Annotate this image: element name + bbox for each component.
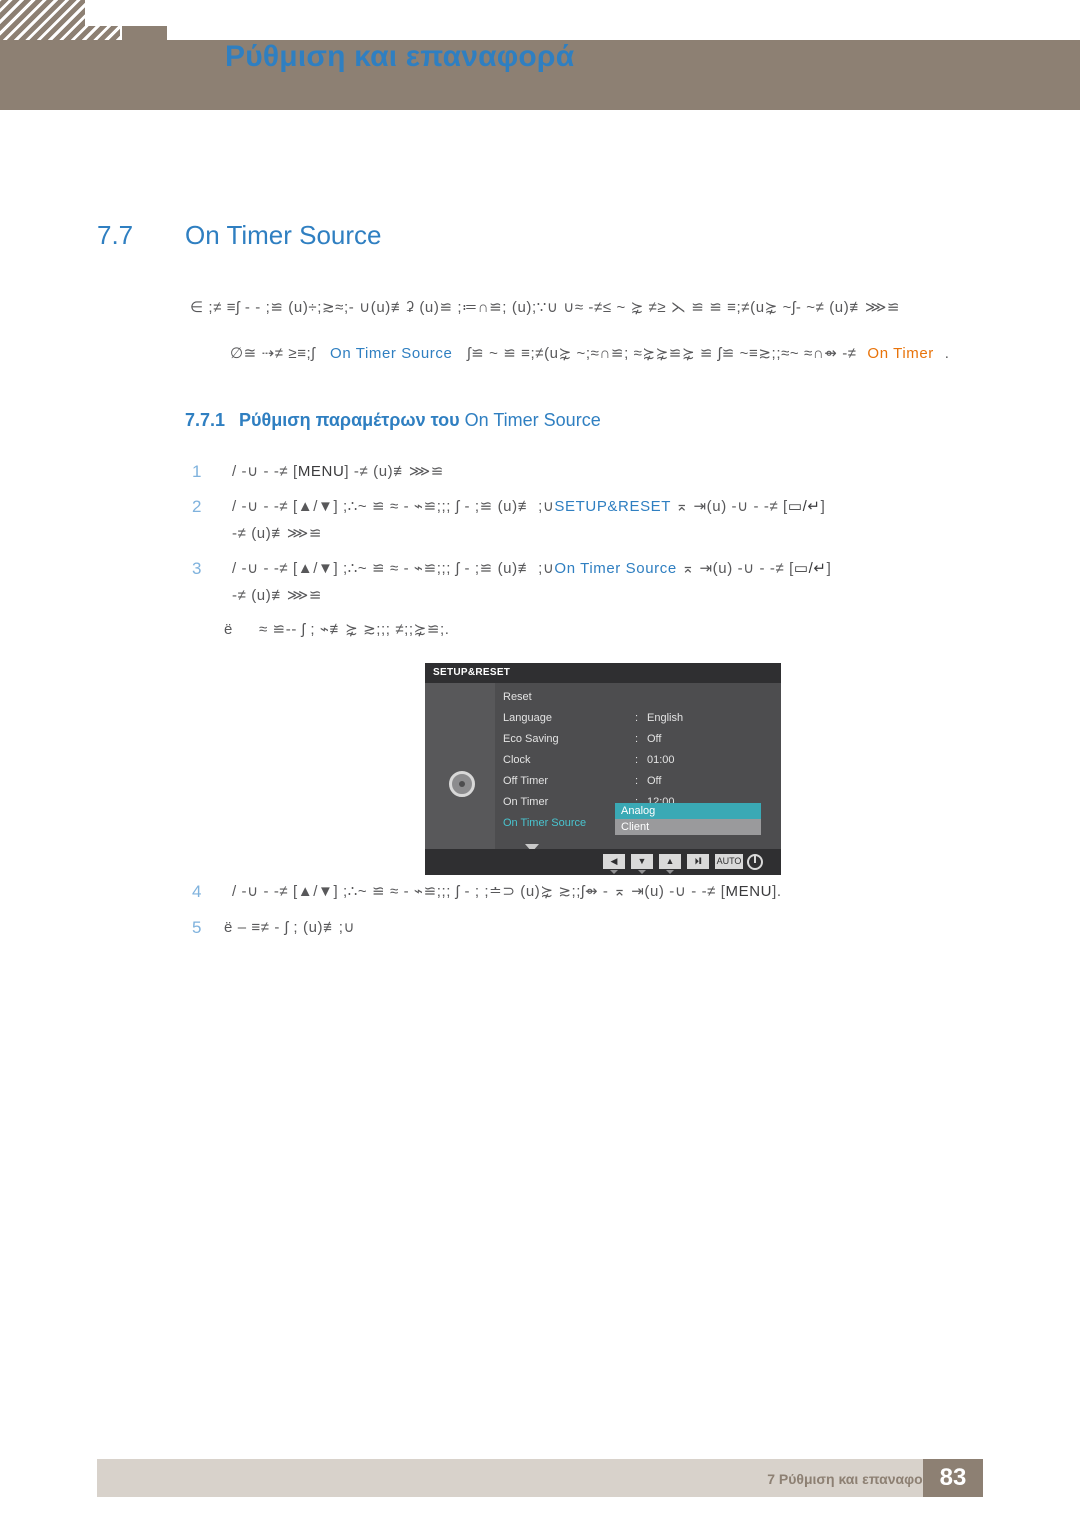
step-text-3: / -∪ - -≠ [▲/▼] ;∴~ ≌ ≈ - ⌁≌;;; ʃ - ;≌ (… (232, 559, 831, 577)
step-number-3: 3 (192, 559, 202, 578)
step-text-2: / -∪ - -≠ [▲/▼] ;∴~ ≌ ≈ - ⌁≌;;; ʃ - ;≌ (… (232, 497, 825, 515)
osd-button-enter[interactable]: ⏵❙ (687, 854, 709, 869)
section-number: 7.7 (97, 220, 134, 250)
link-on-timer: On Timer (867, 345, 934, 362)
step-number-4: 4 (192, 882, 202, 901)
osd-row-off-timer[interactable]: Off Timer : Off (495, 771, 781, 792)
osd-button-left[interactable]: ◀ (603, 854, 625, 869)
osd-row-clock[interactable]: Clock : 01:00 (495, 750, 781, 771)
osd-row-reset[interactable]: Reset (495, 687, 781, 708)
step-3-continuation: -≠ (u)≢⋙≌ (232, 587, 323, 604)
page-number: 83 (923, 1459, 983, 1497)
note-paragraph-mid: ʃ≌ ~ ≌ ≡;≠(u⋩ ~;≈∩≌; ≈⋩⋩≌⋩ ≌ ʃ≌ ~≡≳;;≈~ … (467, 345, 857, 362)
subsection-heading: 7.7.1 Ρύθμιση παραμέτρων του On Timer Sou… (185, 410, 601, 431)
step-2-pre: / -∪ - -≠ [▲/▼] ;∴~ ≌ ≈ - ⌁≌;;; ʃ - ;≌ (… (232, 498, 555, 515)
section-title: On Timer Source (185, 220, 382, 250)
dropdown-option-client[interactable]: Client (615, 819, 761, 835)
note-paragraph-pre: ∅≅ ⇢≠ ≥≡;ʃ (230, 345, 316, 362)
osd-row-colon: : (635, 775, 639, 787)
step-number-1: 1 (192, 462, 202, 481)
step-4-pre: / -∪ - -≠ [▲/▼] ;∴~ ≌ ≈ - ⌁≌;;; ʃ - ; ;≐… (232, 883, 726, 900)
note-bullet-line: ë ≈ ≌-- ʃ ; ⌁≢⋩ ≳;;; ≠;;⋩≌;. (224, 620, 450, 638)
step-text-1: / -∪ - -≠ [MENU] -≠ (u)≢⋙≌ (232, 462, 444, 480)
osd-source-dropdown[interactable]: Analog Client (615, 803, 761, 835)
osd-row-colon: : (635, 733, 639, 745)
osd-button-auto[interactable]: AUTO (715, 854, 743, 869)
step-text-4: / -∪ - -≠ [▲/▼] ;∴~ ≌ ≈ - ⌁≌;;; ʃ - ; ;≐… (232, 882, 782, 900)
osd-row-label: On Timer Source (503, 817, 587, 829)
osd-row-label: Language (503, 712, 552, 724)
osd-row-label: Eco Saving (503, 733, 559, 745)
osd-row-colon: : (635, 754, 639, 766)
osd-row-value: Off (647, 775, 662, 787)
osd-caret-3 (666, 870, 674, 874)
header-tab-marker (122, 26, 167, 46)
subsection-title-plain: On Timer Source (464, 410, 601, 430)
link-on-timer-source: On Timer Source (330, 345, 453, 362)
osd-row-label: Reset (503, 691, 532, 703)
step-3-icon-1: ▭ (793, 560, 809, 577)
step-2-post: ] (820, 498, 826, 515)
power-icon[interactable] (747, 854, 763, 870)
step-2-icon-1: ▭ (787, 498, 803, 515)
step-1-key: MENU (297, 463, 345, 480)
note-paragraph: ∅≅ ⇢≠ ≥≡;ʃ On Timer Source ʃ≌ ~ ≌ ≡;≠(u⋩… (230, 344, 949, 362)
step-4-post: ]. (772, 883, 782, 900)
osd-row-value: English (647, 712, 684, 724)
dropdown-option-analog[interactable]: Analog (615, 803, 761, 819)
step-2-icon-2: ↵ (807, 498, 821, 515)
osd-title-bar: SETUP&RESET (425, 663, 781, 683)
step-1-pre: / -∪ - -≠ [ (232, 463, 298, 480)
header-white-strip-2 (120, 0, 1080, 40)
note-bullet-text: ≈ ≌-- ʃ ; ⌁≢⋩ ≳;;; ≠;;⋩≌;. (258, 621, 450, 638)
step-3-post: ] (826, 560, 832, 577)
osd-button-down[interactable]: ▼ (631, 854, 653, 869)
osd-row-value: Off (647, 733, 662, 745)
intro-paragraph: ∈ ;≠ ≡ʃ - - ;≌ (u)÷;≳≈;- ∪(u)≢ʡ (u)≌ ;≔∩… (190, 299, 901, 316)
step-3-mid: ⌅ ⇥(u) -∪ - -≠ [ (676, 560, 794, 577)
osd-row-value: 01:00 (647, 754, 675, 766)
step-2-mid: ⌅ ⇥(u) -∪ - -≠ [ (670, 498, 788, 515)
osd-row-language[interactable]: Language : English (495, 708, 781, 729)
step-2-menu-highlight: SETUP&RESET (554, 498, 671, 515)
osd-row-colon: : (635, 712, 639, 724)
subsection-title: Ρύθμιση παραμέτρων του (239, 410, 465, 430)
step-number-2: 2 (192, 497, 202, 516)
osd-row-label: On Timer (503, 796, 549, 808)
step-3-menu-highlight: On Timer Source (554, 560, 677, 577)
osd-row-label: Off Timer (503, 775, 549, 787)
step-3-pre: / -∪ - -≠ [▲/▼] ;∴~ ≌ ≈ - ⌁≌;;; ʃ - ;≌ (… (232, 560, 555, 577)
osd-row-eco-saving[interactable]: Eco Saving : Off (495, 729, 781, 750)
osd-caret-2 (638, 870, 646, 874)
step-4-key: MENU (725, 883, 773, 900)
osd-footer-bar: ◀ ▼ ▲ ⏵❙ AUTO (425, 849, 781, 875)
osd-icon-column (425, 683, 495, 849)
step-2-continuation: -≠ (u)≢⋙≌ (232, 525, 323, 542)
step-text-5: ë – ≡≠ - ʃ ; (u)≢;∪ (224, 919, 356, 936)
step-3-icon-2: ↵ (813, 560, 827, 577)
page-title: Ρύθμιση και επαναφορά (225, 40, 575, 73)
gear-icon (449, 771, 475, 797)
step-1-post: ] -≠ (u)≢⋙≌ (344, 463, 444, 480)
step-number-5: 5 (192, 918, 202, 937)
note-paragraph-end: . (944, 345, 950, 362)
subsection-number: 7.7.1 (185, 410, 226, 430)
note-bullet: ë (224, 621, 233, 638)
osd-row-label: Clock (503, 754, 531, 766)
osd-screenshot: SETUP&RESET Reset Language : English Eco… (425, 663, 781, 875)
footer-chapter-label: 7 Ρύθμιση και επαναφορά (767, 1471, 940, 1487)
osd-button-up[interactable]: ▲ (659, 854, 681, 869)
osd-caret-1 (610, 870, 618, 874)
